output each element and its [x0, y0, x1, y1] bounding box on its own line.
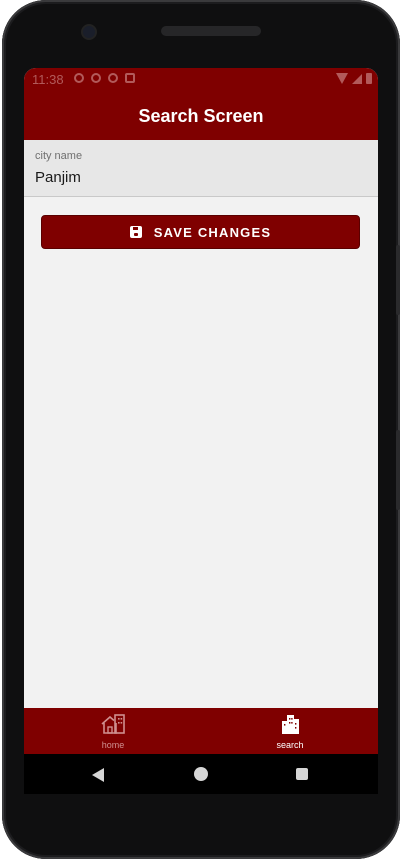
city-icon	[282, 715, 299, 734]
city-name-field[interactable]: city name	[24, 140, 378, 197]
floppy-disk-icon	[129, 226, 142, 238]
status-bar: 11:38	[24, 68, 378, 92]
status-time: 11:38	[32, 72, 64, 87]
bottom-navigation: home search	[24, 708, 378, 754]
system-navigation-bar	[24, 754, 378, 794]
save-changes-button[interactable]: SAVE CHANGES	[41, 215, 360, 249]
page-title: Search Screen	[138, 106, 264, 126]
earpiece-speaker	[161, 26, 261, 36]
nav-item-home[interactable]: home	[63, 708, 163, 754]
volume-button	[396, 245, 400, 315]
settings-icon	[74, 73, 84, 83]
system-icons	[336, 73, 372, 84]
app-bar: Search Screen	[24, 92, 378, 140]
nav-item-search[interactable]: search	[240, 708, 340, 754]
nav-label-home: home	[101, 740, 125, 750]
back-icon[interactable]	[92, 768, 104, 782]
home-icon	[101, 714, 125, 734]
signal-icon	[352, 73, 362, 84]
home-circle-icon[interactable]	[194, 767, 208, 781]
front-camera	[83, 26, 95, 38]
recent-apps-icon[interactable]	[296, 768, 308, 780]
wifi-icon	[336, 73, 348, 84]
app-screen: 11:38 Search Screen city name SAVE CHANG…	[24, 68, 378, 754]
sync-icon	[108, 73, 118, 83]
save-changes-label: SAVE CHANGES	[153, 224, 272, 240]
settings-icon	[91, 73, 101, 83]
nav-label-search: search	[276, 740, 304, 750]
city-name-label: city name	[35, 150, 83, 162]
sd-card-icon	[125, 73, 135, 83]
battery-icon	[366, 73, 372, 84]
city-name-input[interactable]	[35, 169, 355, 186]
notification-icons	[74, 73, 135, 83]
power-button	[396, 430, 400, 510]
